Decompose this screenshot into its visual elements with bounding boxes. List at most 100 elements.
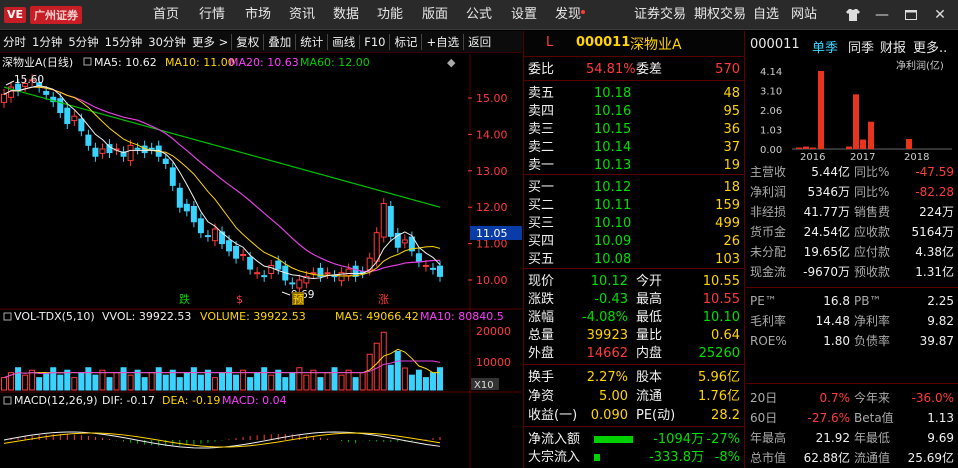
tf-30min[interactable]: 30分钟 [145, 34, 189, 50]
tf-more[interactable]: 更多 > [189, 34, 231, 50]
fund-flow-row[interactable]: 大宗流入 -333.8万 -8% [524, 449, 744, 466]
marker-forecast[interactable]: 预 [293, 293, 304, 306]
tool-add-watch[interactable]: +自选 [421, 33, 463, 50]
candle-body [401, 239, 408, 244]
tf-5min[interactable]: 5分钟 [65, 34, 101, 50]
candle-body [176, 187, 183, 208]
quote-stat-row-2[interactable]: 换手 2.27% 股本 5.96亿 [524, 369, 744, 386]
macd-label: MACD: 0.04 [222, 394, 287, 407]
bid-price: 10.10 [594, 216, 632, 231]
stat2-value-2: 5.96亿 [698, 370, 740, 385]
kline-ytick: 13.00 [476, 165, 508, 178]
menu-news[interactable]: 资讯 [289, 0, 315, 30]
ask-level[interactable]: 卖五 10.18 48 [524, 85, 744, 102]
fin-ytick: 2.06 [760, 106, 782, 117]
fin-value-2: -82.28 [915, 185, 954, 199]
fin-xtick: 2017 [850, 152, 875, 161]
flow-pct: -27% [706, 432, 740, 447]
quote-stat-row[interactable]: 涨幅 -4.08% 最低 10.10 [524, 309, 744, 326]
tool-draw[interactable]: 画线 [327, 33, 359, 50]
volume-bar [176, 377, 183, 391]
quote-panel: L 000011 深物业A 委比 54.81% 委差 570 卖五 10.18 48… [523, 31, 745, 468]
quote-stat-row[interactable]: 涨跌 -0.43 最高 10.55 [524, 291, 744, 308]
menu-home[interactable]: 首页 [153, 0, 179, 30]
fin-value: 14.48 [815, 314, 850, 328]
ask-level[interactable]: 卖一 10.13 19 [524, 157, 744, 174]
maximize-icon[interactable] [901, 0, 921, 30]
tool-stats[interactable]: 统计 [295, 33, 327, 50]
menu-discover[interactable]: 发现 [555, 0, 586, 30]
tf-15min[interactable]: 15分钟 [102, 34, 146, 50]
candle-body [71, 115, 78, 122]
marker-drop[interactable]: 跌 [179, 292, 190, 306]
candle-body [57, 98, 64, 114]
bid-price: 10.12 [594, 180, 632, 195]
marker-dollar[interactable]: $ [236, 293, 243, 306]
stock-chart-panel[interactable]: 深物业A(日线) MA5: 10.62 MA10: 11.00 MA20: 10… [0, 54, 522, 468]
kline-chart-svg[interactable]: 深物业A(日线) MA5: 10.62 MA10: 11.00 MA20: 10… [0, 54, 522, 468]
bid-level[interactable]: 买三 10.10 499 [524, 215, 744, 232]
quote-stat-row[interactable]: 现价 10.12 今开 10.55 [524, 273, 744, 290]
tool-adjust[interactable]: 复权 [231, 33, 263, 50]
fin-value: 16.8 [823, 294, 850, 308]
menu-discover-label: 发现 [555, 7, 582, 22]
fin-ytick: 3.10 [760, 87, 782, 98]
fin-value: -9670万 [803, 265, 850, 279]
menu-formula[interactable]: 公式 [466, 0, 492, 30]
fin-tab-more[interactable]: 更多.. [913, 37, 947, 56]
fin-value-2: 1.13 [927, 411, 954, 425]
ask-level[interactable]: 卖二 10.14 37 [524, 139, 744, 156]
volume-bar [254, 372, 261, 391]
bid-level[interactable]: 买二 10.11 159 [524, 197, 744, 214]
bid-price: 10.11 [594, 198, 632, 213]
fin-tab-quarter[interactable]: 单季 [812, 37, 838, 56]
menu-data[interactable]: 数据 [333, 0, 359, 30]
candle-body [211, 228, 218, 242]
quote-code: 000011 [576, 35, 631, 50]
quote-stat-row[interactable]: 总量 39923 量比 0.64 [524, 327, 744, 344]
menu-securities-trading[interactable]: 证券交易 [634, 0, 686, 30]
shirt-icon[interactable] [843, 0, 863, 30]
marker-rise[interactable]: 涨 [378, 293, 389, 306]
ask-level[interactable]: 卖三 10.15 36 [524, 121, 744, 138]
fin-tab-yoy[interactable]: 同季 [848, 37, 874, 56]
fin-bar [810, 147, 816, 149]
menu-settings[interactable]: 设置 [511, 0, 537, 30]
tool-back[interactable]: 返回 [463, 33, 495, 50]
ask-label: 卖一 [528, 158, 555, 173]
tf-1min[interactable]: 1分钟 [29, 34, 65, 50]
tool-overlay[interactable]: 叠加 [263, 33, 295, 50]
close-icon[interactable]: ✕ [930, 0, 950, 30]
fin-label: 20日 [750, 391, 778, 405]
bid-level[interactable]: 买四 10.09 26 [524, 233, 744, 250]
fin-label: 主营收 [750, 165, 787, 179]
diamond-icon[interactable]: ◆ [447, 56, 456, 69]
quote-stat-row[interactable]: 外盘 14662 内盘 25260 [524, 345, 744, 362]
menu-layout[interactable]: 版面 [422, 0, 448, 30]
bid-label: 买五 [528, 252, 555, 267]
candle-body [162, 158, 169, 165]
quote-stat-row-2[interactable]: 净资 5.00 流通 1.76亿 [524, 388, 744, 405]
tool-f10[interactable]: F10 [359, 34, 389, 49]
candle-body [43, 90, 50, 95]
menu-options-trading[interactable]: 期权交易 [694, 0, 746, 30]
menu-market[interactable]: 市场 [245, 0, 271, 30]
minimize-icon[interactable]: — [872, 0, 892, 30]
logo-mark: VE [4, 7, 26, 23]
fund-flow-row[interactable]: 净流入额 -1094万 -27% [524, 431, 744, 448]
ask-level[interactable]: 卖四 10.16 95 [524, 103, 744, 120]
menu-functions[interactable]: 功能 [377, 0, 403, 30]
ask-volume: 19 [723, 158, 740, 173]
tool-mark[interactable]: 标记 [389, 33, 421, 50]
menu-quotes[interactable]: 行情 [199, 0, 225, 30]
weibi-value: 54.81% [586, 62, 636, 77]
ask-volume: 36 [723, 122, 740, 137]
ask-volume: 48 [723, 86, 740, 101]
menu-watchlist[interactable]: 自选 [753, 0, 779, 30]
bid-level[interactable]: 买一 10.12 18 [524, 179, 744, 196]
fin-tab-report[interactable]: 财报 [880, 37, 906, 56]
quote-stat-row-2[interactable]: 收益(一) 0.090 PE(动) 28.2 [524, 407, 744, 424]
tf-tick[interactable]: 分时 [0, 34, 29, 50]
menu-website[interactable]: 网站 [791, 0, 817, 30]
bid-level[interactable]: 买五 10.08 103 [524, 251, 744, 268]
